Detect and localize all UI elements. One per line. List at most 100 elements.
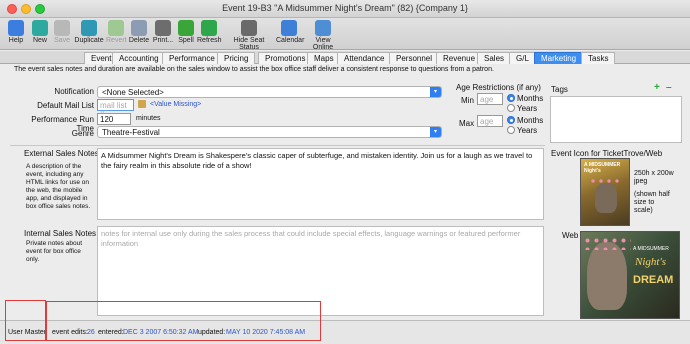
tags-title: Tags [551, 85, 568, 94]
toolbar-label: New [32, 37, 47, 44]
max-months-label: Months [517, 116, 544, 125]
toolbar-label: Spell [178, 37, 194, 44]
internal-sales-notes-label: Internal Sales Notes [24, 229, 97, 238]
view-online-icon [315, 20, 331, 36]
toolbar-label: Duplicate [74, 37, 104, 44]
new-button[interactable]: New [30, 20, 50, 44]
age-restrictions-title: Age Restrictions (if any) [456, 83, 541, 92]
run-time-unit: minutes [136, 115, 161, 122]
age-max-placeholder: age [480, 117, 494, 126]
tab-tasks[interactable]: Tasks [581, 52, 616, 64]
run-time-value: 120 [100, 115, 114, 124]
event-icon-title: Event Icon for TicketTrove/Web [551, 149, 663, 158]
genre-value: Theatre-Festival [102, 128, 160, 137]
internal-notes-placeholder: notes for internal use only during the s… [101, 229, 521, 248]
duplicate-button[interactable]: Duplicate [74, 20, 104, 44]
lookup-icon[interactable] [138, 100, 146, 108]
calendar-icon [281, 20, 297, 36]
chevron-down-icon: ▾ [430, 87, 441, 97]
tab-promotions[interactable]: Promotions [258, 52, 313, 64]
tags-list[interactable] [550, 96, 682, 143]
tab-maps[interactable]: Maps [307, 52, 341, 64]
max-months-radio[interactable] [507, 116, 515, 124]
refresh-button[interactable]: Refresh [197, 20, 222, 44]
internal-notes-description: Private notes about event for box office… [26, 240, 83, 263]
seat-status-icon [241, 20, 257, 36]
delete-button[interactable]: Delete [128, 20, 150, 44]
tab-performance[interactable]: Performance [162, 52, 222, 64]
age-min-label: Min [461, 96, 474, 105]
mail-list-input[interactable]: mail list # [97, 99, 134, 119]
genre-select[interactable]: Theatre-Festival ▾ [97, 126, 442, 138]
toolbar-label: Refresh [197, 37, 222, 44]
icon-scale-note: (shown half size to scale) [634, 191, 670, 214]
tab-personnel[interactable]: Personnel [389, 52, 440, 64]
tab-marketing[interactable]: Marketing [534, 52, 584, 64]
toolbar-label: Help [8, 37, 24, 44]
min-months-radio[interactable] [507, 94, 515, 102]
flower-crown [589, 177, 623, 187]
age-max-input[interactable]: age [477, 115, 503, 127]
donkey-illustration [595, 183, 617, 213]
age-max-label: Max [459, 119, 475, 128]
tab-attendance[interactable]: Attendance [337, 52, 392, 64]
divider [10, 145, 545, 146]
external-notes-description: A description of the event, including an… [26, 163, 91, 210]
toolbar-label: Hide Seat Status [233, 37, 265, 51]
notification-value: <None Selected> [102, 88, 164, 97]
toolbar-label: Save [54, 37, 70, 44]
delete-icon [131, 20, 147, 36]
web-donkey-illustration [587, 242, 627, 310]
chevron-down-icon: ▾ [430, 127, 441, 137]
tab-accounting[interactable]: Accounting [112, 52, 166, 64]
min-years-radio[interactable] [507, 104, 515, 112]
toolbar: Help New Save Duplicate Revert Delete Print...… [0, 18, 690, 51]
toolbar-label: Revert [106, 37, 127, 44]
min-months-label: Months [517, 94, 544, 103]
toolbar-label: Print... [152, 37, 174, 44]
spell-button[interactable]: Spell [177, 20, 195, 44]
tab-sales[interactable]: Sales [477, 52, 512, 64]
revert-icon [108, 20, 124, 36]
window-title: Event 19-B3 "A Midsummer Night's Dream" … [222, 3, 468, 13]
web-flower-crown [583, 236, 631, 250]
refresh-icon [201, 20, 217, 36]
event-window: Event 19-B3 "A Midsummer Night's Dream" … [0, 0, 690, 344]
tab-revenue[interactable]: Revenue [436, 52, 483, 64]
max-years-label: Years [517, 126, 538, 135]
calendar-button[interactable]: Calendar [276, 20, 305, 44]
revert-button[interactable]: Revert [106, 20, 127, 44]
duplicate-icon [81, 20, 97, 36]
add-tag-icon[interactable]: + [654, 83, 660, 93]
save-button[interactable]: Save [52, 20, 72, 44]
icon-size-note: 250h x 200w jpeg [634, 170, 674, 185]
save-icon [54, 20, 70, 36]
help-button[interactable]: Help [5, 20, 27, 44]
web-image[interactable]: A MIDSUMMER Night's DREAM [580, 231, 680, 319]
value-missing-link[interactable]: <Value Missing> [150, 101, 201, 108]
run-time-input[interactable]: 120 [97, 113, 131, 125]
icon-poster-line2: Night's [584, 168, 601, 174]
age-min-input[interactable]: age [477, 93, 503, 105]
view-online-button[interactable]: View Online [305, 20, 341, 51]
spell-icon [178, 20, 194, 36]
external-notes-textarea[interactable]: A Midsummer Night's Dream is Shakespere'… [97, 148, 544, 220]
event-icon-image[interactable]: A MIDSUMMER Night's [580, 158, 630, 226]
highlight-box-edits [46, 301, 321, 341]
web-image-label: Web [562, 231, 579, 240]
toolbar-label: Calendar [276, 37, 305, 44]
toolbar-label: View Online [312, 37, 334, 51]
print-button[interactable]: Print... [151, 20, 175, 44]
tab-pricing[interactable]: Pricing [217, 52, 256, 64]
external-sales-notes-label: External Sales Notes [24, 149, 99, 158]
toolbar-label: Delete [128, 37, 150, 44]
notification-select[interactable]: <None Selected> ▾ [97, 86, 442, 98]
tab-g-l[interactable]: G/L [509, 52, 536, 64]
remove-tag-icon[interactable]: – [666, 83, 672, 93]
genre-label: Genre [71, 129, 94, 138]
min-years-label: Years [517, 104, 538, 113]
hide-seat-status-button[interactable]: Hide Seat Status [224, 20, 274, 51]
max-years-radio[interactable] [507, 126, 515, 134]
highlight-box-user [5, 300, 46, 341]
title-bar: Event 19-B3 "A Midsummer Night's Dream" … [0, 0, 690, 18]
